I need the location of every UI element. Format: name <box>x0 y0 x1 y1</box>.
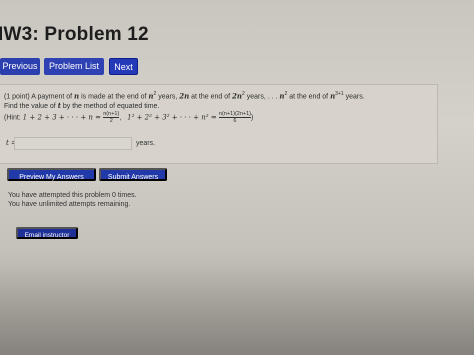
hint-text: (Hint: <box>4 114 23 122</box>
fraction-numerator: n(n+1) <box>103 111 120 118</box>
hint-sum2: 1² + 2² + 3² + · · · + n² = <box>127 113 219 122</box>
email-instructor-button[interactable]: Email instructor <box>16 227 78 239</box>
answer-units: years. <box>136 140 156 147</box>
statement-text: Find the value of <box>4 103 58 110</box>
math-2n: 2n <box>179 91 190 101</box>
statement-text: years, . . . <box>244 93 280 101</box>
submit-answers-button[interactable]: Submit Answers <box>99 168 167 181</box>
hint-close: ) <box>251 114 254 122</box>
lower-shadow <box>0 250 474 355</box>
next-button[interactable]: Next <box>109 58 138 75</box>
remaining-attempts-message: You have unlimited attempts remaining. <box>8 201 131 208</box>
problem-statement-line1: (1 point) A payment of n is made at the … <box>4 91 365 100</box>
page-title: IW3: Problem 12 <box>0 24 149 45</box>
statement-text: is made at the end of <box>79 93 149 101</box>
hint-separator: , <box>119 114 122 122</box>
attempts-message: You have attempted this problem 0 times. <box>8 192 137 199</box>
problem-list-button[interactable]: Problem List <box>44 58 104 75</box>
statement-text: at the end of <box>287 93 331 101</box>
fraction-denominator: 6 <box>233 118 237 124</box>
math-exponent: 3+1 <box>335 91 344 97</box>
fraction-numerator: n(n+1)(2n+1) <box>218 111 252 118</box>
statement-text: at the end of <box>189 93 233 101</box>
preview-answers-button[interactable]: Preview My Answers <box>7 168 96 181</box>
statement-text: years, <box>156 93 180 101</box>
statement-text: years. <box>343 93 365 101</box>
previous-button[interactable]: Previous <box>0 58 40 75</box>
hint-fraction1: n(n+1) 2 <box>103 111 120 124</box>
math-2n: 2n <box>232 91 242 101</box>
hint-fraction2: n(n+1)(2n+1) 6 <box>218 111 252 124</box>
fraction-denominator: 2 <box>109 118 113 124</box>
hint-line: (Hint: 1 + 2 + 3 + · · · + n = n(n+1) 2, … <box>4 111 253 129</box>
statement-text: by the method of equated time. <box>60 103 160 110</box>
problem-statement-line2: Find the value of t by the method of equ… <box>4 101 159 110</box>
answer-input[interactable] <box>14 137 132 150</box>
hint-sum1: 1 + 2 + 3 + · · · + n = <box>22 113 104 122</box>
problem-panel: (1 point) A payment of n is made at the … <box>0 84 438 164</box>
statement-text: (1 point) A payment of <box>4 93 75 101</box>
